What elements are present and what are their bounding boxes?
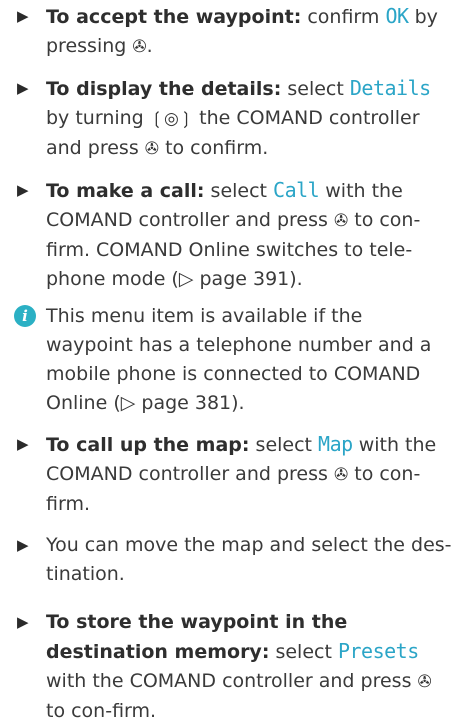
step-lead: To accept the waypoint: [46, 6, 302, 28]
step-text: select [249, 434, 319, 456]
controller-press-icon: ✇ [417, 672, 432, 692]
step-make-call: ▶ To make a call: select Call with the C… [10, 176, 452, 294]
step-text: select [204, 180, 274, 202]
ui-label-call: Call [273, 178, 320, 202]
ui-label-presets: Presets [337, 639, 419, 663]
info-text: This menu item is available if the waypo… [46, 305, 432, 414]
step-call-up-map: ▶ To call up the map: select Map with th… [10, 430, 452, 519]
ui-label-ok: OK [385, 4, 409, 28]
step-lead: To make a call: [46, 180, 205, 202]
triangle-right-icon: ▶ [17, 7, 29, 25]
step-text: with the COMAND controller and press [46, 670, 418, 692]
controller-press-icon: ✇ [144, 139, 160, 159]
step-text: to con-firm. [46, 700, 157, 722]
controller-press-icon: ✇ [333, 465, 349, 485]
controller-press-icon: ✇ [132, 37, 147, 57]
step-store-waypoint: ▶ To store the waypoint in the destinati… [10, 608, 452, 726]
step-accept-waypoint: ▶ To accept the waypoint: confirm OK by … [10, 2, 452, 62]
triangle-right-icon: ▶ [17, 536, 29, 554]
step-lead: To call up the map: [46, 434, 250, 456]
triangle-right-icon: ▶ [17, 79, 29, 97]
ui-label-details: Details [349, 76, 431, 100]
step-move-map: ▶ You can move the map and select the de… [10, 531, 452, 589]
triangle-right-icon: ▶ [17, 613, 29, 631]
step-text: confirm [301, 6, 386, 28]
step-text: select [281, 78, 350, 100]
info-icon: i [14, 305, 36, 327]
triangle-right-icon: ▶ [17, 435, 29, 453]
info-note: i This menu item is available if the way… [10, 302, 452, 418]
step-text: . [146, 35, 153, 57]
triangle-right-icon: ▶ [17, 181, 29, 199]
controller-turn-icon: ❲◎❳ [149, 109, 194, 129]
step-text: to confirm. [159, 137, 269, 159]
step-lead: To display the details: [46, 78, 282, 100]
step-display-details: ▶ To display the details: select Details… [10, 74, 452, 164]
ui-label-map: Map [318, 432, 353, 456]
step-text: You can move the map and select the des-… [46, 534, 452, 585]
step-text: select [269, 641, 338, 663]
manual-page: ▶ To accept the waypoint: confirm OK by … [0, 0, 462, 722]
controller-press-icon: ✇ [333, 211, 349, 231]
step-text: by turning [46, 107, 150, 129]
